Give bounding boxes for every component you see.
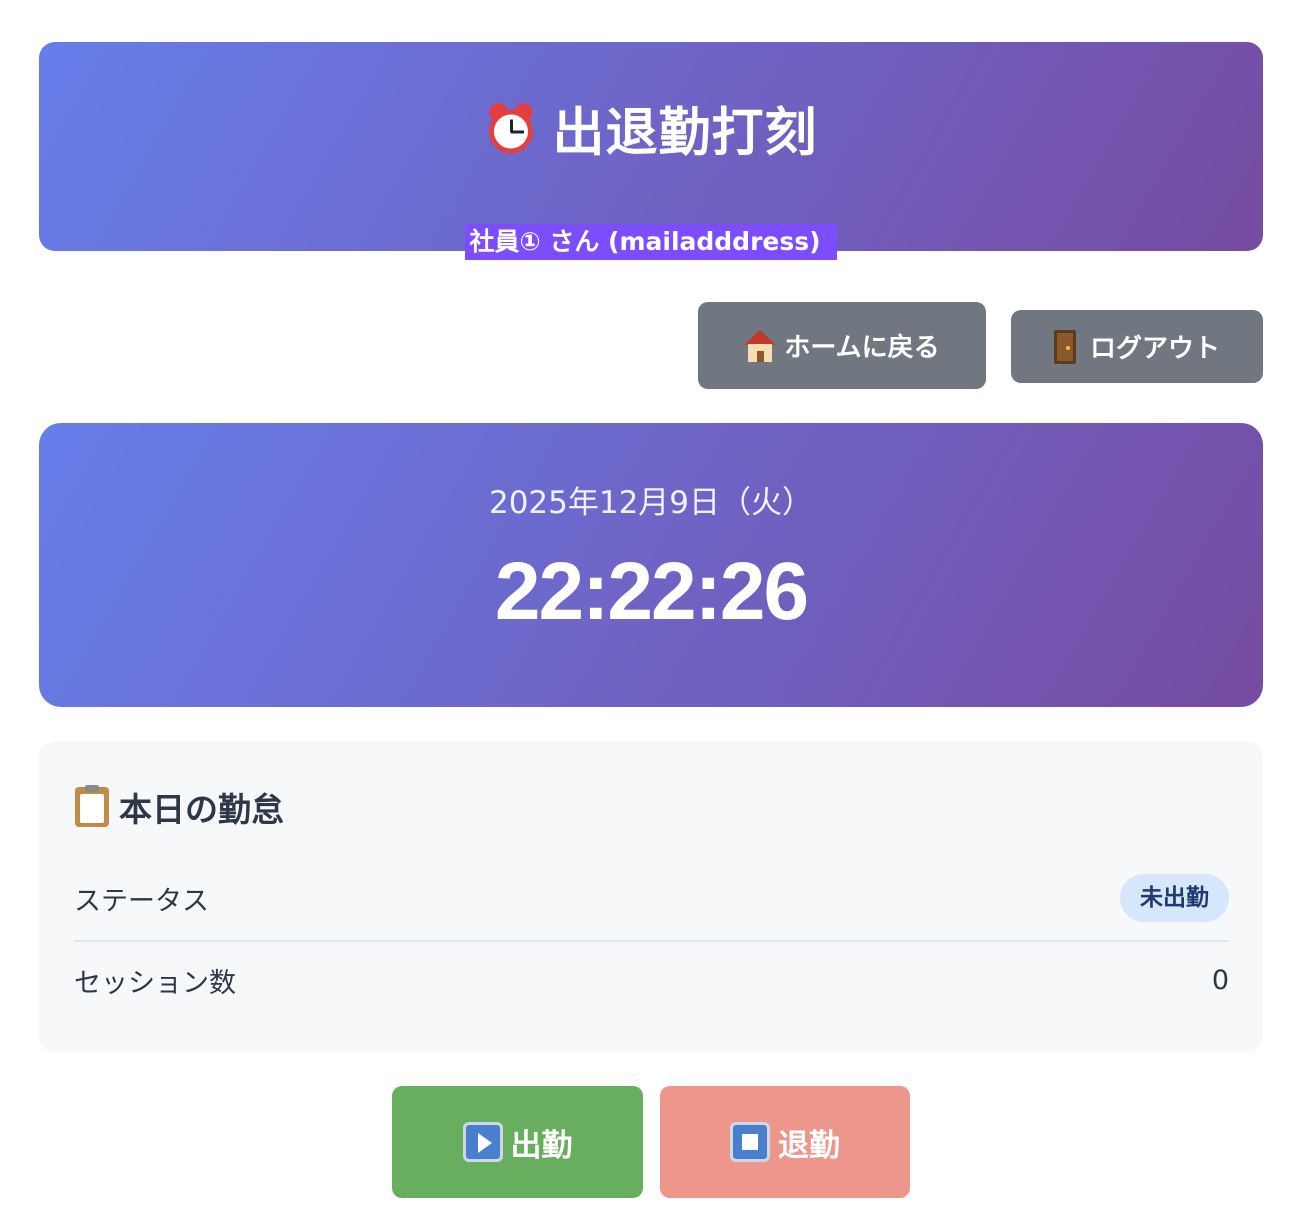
page-title-row: 出退勤打刻 [39, 91, 1263, 166]
sessions-row: セッション数 0 [74, 955, 1229, 1005]
today-attendance-panel: 本日の勤怠 ステータス 未出勤 セッション数 0 [39, 741, 1263, 1052]
today-attendance-title: 本日の勤怠 [119, 790, 284, 829]
sessions-value: 0 [1211, 964, 1229, 996]
row-divider [74, 940, 1229, 942]
logout-button-label: ログアウト [1089, 334, 1220, 364]
clock-in-label: 出勤 [510, 1127, 573, 1164]
home-button-label: ホームに戻る [784, 333, 940, 363]
clock-out-button[interactable]: 退勤 [660, 1086, 910, 1198]
logout-button[interactable]: ログアウト [1011, 310, 1263, 383]
play-icon [462, 1122, 503, 1162]
user-info: 社員① さん (mailadddress) [39, 224, 1263, 260]
today-attendance-title-row: 本日の勤怠 [75, 783, 284, 831]
door-icon [1053, 329, 1076, 364]
clock-card: 2025年12月9日（火） 22:22:26 [39, 423, 1263, 707]
home-button[interactable]: ホームに戻る [698, 302, 986, 389]
clock-out-label: 退勤 [778, 1127, 840, 1164]
sessions-label: セッション数 [74, 967, 236, 999]
status-row: ステータス 未出勤 [74, 869, 1229, 927]
clipboard-icon [75, 785, 109, 827]
user-name-email: 社員① さん (mailadddress) [465, 224, 837, 260]
house-icon [744, 329, 777, 362]
stop-icon [730, 1122, 770, 1162]
current-time: 22:22:26 [494, 546, 809, 637]
status-badge: 未出勤 [1120, 874, 1229, 922]
clock-in-button[interactable]: 出勤 [392, 1086, 643, 1198]
status-label: ステータス [74, 885, 209, 917]
alarm-clock-icon [484, 99, 538, 155]
page-title: 出退勤打刻 [552, 103, 818, 164]
current-date: 2025年12月9日（火） [488, 485, 814, 521]
attendance-page: 出退勤打刻 社員① さん (mailadddress) ホームに戻る ログアウト… [0, 0, 1300, 1232]
page-header: 出退勤打刻 社員① さん (mailadddress) [39, 42, 1263, 260]
